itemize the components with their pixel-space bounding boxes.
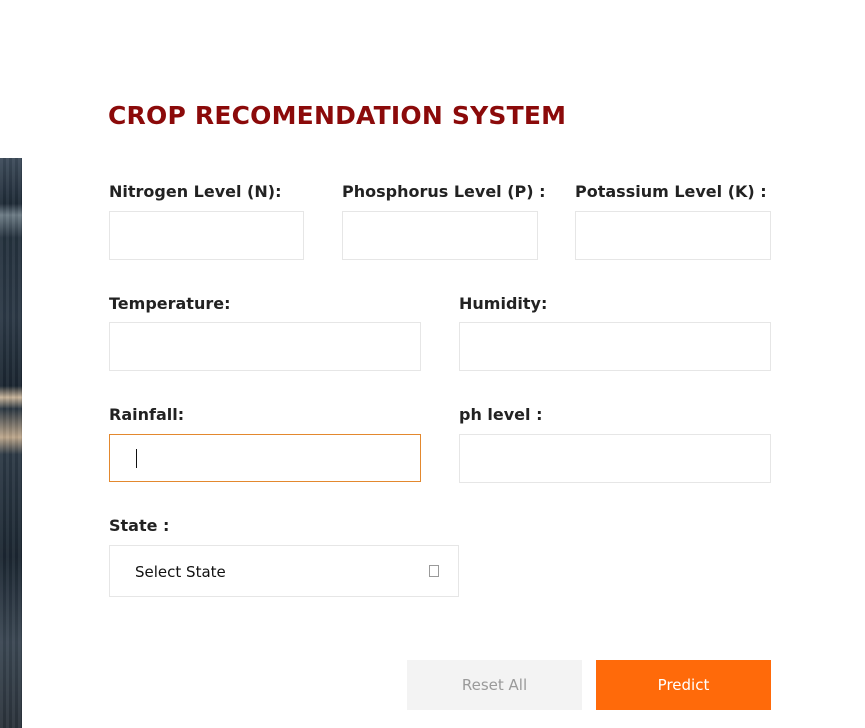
ph-label: ph level : [459,405,543,424]
state-select-value: Select State [135,563,226,581]
humidity-label: Humidity: [459,294,548,313]
nitrogen-input[interactable] [109,211,304,260]
dropdown-box-icon [429,565,439,577]
temperature-label: Temperature: [109,294,231,313]
nitrogen-label: Nitrogen Level (N): [109,182,282,201]
potassium-label: Potassium Level (K) : [575,182,767,201]
humidity-input[interactable] [459,322,771,371]
background-photo-edge [0,158,22,728]
potassium-input[interactable] [575,211,771,260]
state-label: State : [109,516,170,535]
phosphorus-input[interactable] [342,211,538,260]
state-select[interactable]: Select State [109,545,459,597]
predict-button[interactable]: Predict [596,660,771,710]
rainfall-input[interactable] [109,434,421,482]
page: CROP RECOMENDATION SYSTEM Nitrogen Level… [0,0,865,728]
temperature-input[interactable] [109,322,421,371]
page-title: CROP RECOMENDATION SYSTEM [108,101,567,130]
reset-all-button[interactable]: Reset All [407,660,582,710]
text-cursor [136,449,137,468]
phosphorus-label: Phosphorus Level (P) : [342,182,546,201]
ph-input[interactable] [459,434,771,483]
rainfall-label: Rainfall: [109,405,185,424]
